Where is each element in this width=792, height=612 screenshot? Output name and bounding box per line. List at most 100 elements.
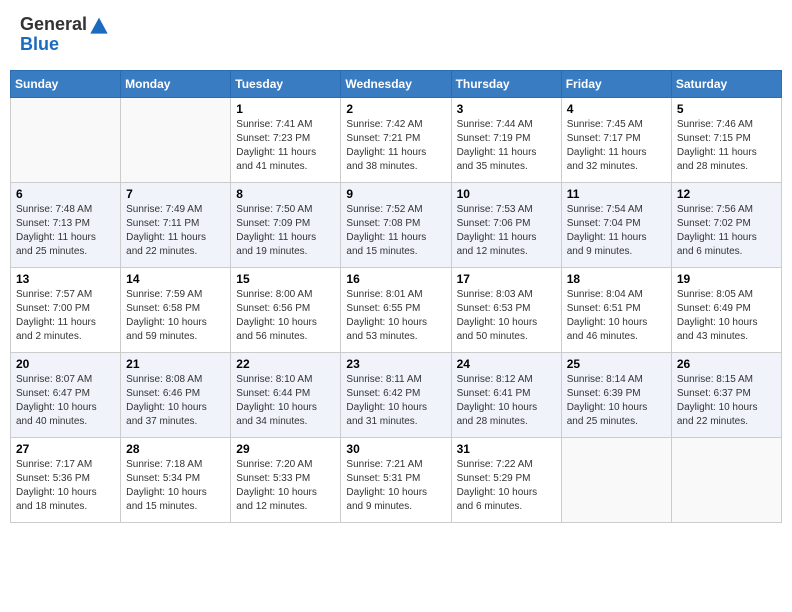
day-detail: Sunrise: 8:15 AMSunset: 6:37 PMDaylight:… [677, 373, 776, 429]
day-detail: Sunrise: 8:07 AMSunset: 6:47 PMDaylight:… [16, 373, 115, 429]
day-detail: Sunrise: 7:46 AMSunset: 7:15 PMDaylight:… [677, 118, 776, 174]
day-number: 22 [236, 357, 335, 371]
calendar-cell: 14Sunrise: 7:59 AMSunset: 6:58 PMDayligh… [121, 268, 231, 353]
calendar-cell: 28 Sunrise: 7:18 AMSunset: 5:34 PMDayligh… [121, 438, 231, 523]
calendar-cell: 11Sunrise: 7:54 AMSunset: 7:04 PMDayligh… [561, 183, 671, 268]
day-number: 3 [457, 102, 556, 116]
day-detail: Sunrise: 8:00 AMSunset: 6:56 PMDaylight:… [236, 288, 335, 344]
day-header-wednesday: Wednesday [341, 71, 451, 98]
day-number: 29 [236, 442, 335, 456]
calendar-cell: 9Sunrise: 7:52 AMSunset: 7:08 PMDaylight… [341, 183, 451, 268]
day-number: 13 [16, 272, 115, 286]
day-detail: Sunrise: 7:57 AMSunset: 7:00 PMDaylight:… [16, 288, 115, 344]
day-header-friday: Friday [561, 71, 671, 98]
calendar-cell: 7 Sunrise: 7:49 AMSunset: 7:11 PMDaylight… [121, 183, 231, 268]
calendar-cell: 12 Sunrise: 7:56 AMSunset: 7:02 PMDayligh… [671, 183, 781, 268]
day-detail: Sunrise: 7:42 AMSunset: 7:21 PMDaylight:… [346, 118, 445, 174]
day-detail: Sunrise: 7:48 AMSunset: 7:13 PMDaylight:… [16, 203, 115, 259]
day-detail: Sunrise: 8:08 AMSunset: 6:46 PMDaylight:… [126, 373, 225, 429]
day-detail: Sunrise: 7:22 AMSunset: 5:29 PMDaylight:… [457, 458, 556, 514]
calendar-cell: 3Sunrise: 7:44 AMSunset: 7:19 PMDaylight… [451, 98, 561, 183]
calendar-cell: 16 Sunrise: 8:01 AMSunset: 6:55 PMDayligh… [341, 268, 451, 353]
day-detail: Sunrise: 7:53 AMSunset: 7:06 PMDaylight:… [457, 203, 556, 259]
calendar-cell: 2 Sunrise: 7:42 AMSunset: 7:21 PMDaylight… [341, 98, 451, 183]
day-detail: Sunrise: 7:20 AMSunset: 5:33 PMDaylight:… [236, 458, 335, 514]
calendar-cell: 10 Sunrise: 7:53 AMSunset: 7:06 PMDayligh… [451, 183, 561, 268]
day-number: 26 [677, 357, 776, 371]
day-header-thursday: Thursday [451, 71, 561, 98]
day-number: 18 [567, 272, 666, 286]
day-detail: Sunrise: 7:18 AMSunset: 5:34 PMDaylight:… [126, 458, 225, 514]
calendar-cell [11, 98, 121, 183]
day-header-monday: Monday [121, 71, 231, 98]
day-header-saturday: Saturday [671, 71, 781, 98]
day-detail: Sunrise: 8:12 AMSunset: 6:41 PMDaylight:… [457, 373, 556, 429]
page-header: GeneralBlue [10, 10, 782, 60]
calendar-cell: 4 Sunrise: 7:45 AMSunset: 7:17 PMDaylight… [561, 98, 671, 183]
calendar-cell: 30 Sunrise: 7:21 AMSunset: 5:31 PMDayligh… [341, 438, 451, 523]
calendar-table: SundayMondayTuesdayWednesdayThursdayFrid… [10, 70, 782, 523]
calendar-cell: 8 Sunrise: 7:50 AMSunset: 7:09 PMDaylight… [231, 183, 341, 268]
logo-text: GeneralBlue [20, 15, 109, 55]
day-detail: Sunrise: 7:50 AMSunset: 7:09 PMDaylight:… [236, 203, 335, 259]
calendar-cell: 17 Sunrise: 8:03 AMSunset: 6:53 PMDayligh… [451, 268, 561, 353]
calendar-header-row: SundayMondayTuesdayWednesdayThursdayFrid… [11, 71, 782, 98]
day-detail: Sunrise: 8:14 AMSunset: 6:39 PMDaylight:… [567, 373, 666, 429]
calendar-week-row: 13 Sunrise: 7:57 AMSunset: 7:00 PMDayligh… [11, 268, 782, 353]
day-number: 20 [16, 357, 115, 371]
day-detail: Sunrise: 7:49 AMSunset: 7:11 PMDaylight:… [126, 203, 225, 259]
calendar-cell [121, 98, 231, 183]
calendar-cell: 24Sunrise: 8:12 AMSunset: 6:41 PMDayligh… [451, 353, 561, 438]
day-detail: Sunrise: 7:52 AMSunset: 7:08 PMDaylight:… [346, 203, 445, 259]
day-number: 7 [126, 187, 225, 201]
calendar-cell: 6 Sunrise: 7:48 AMSunset: 7:13 PMDaylight… [11, 183, 121, 268]
day-header-sunday: Sunday [11, 71, 121, 98]
day-number: 19 [677, 272, 776, 286]
calendar-cell: 25 Sunrise: 8:14 AMSunset: 6:39 PMDayligh… [561, 353, 671, 438]
day-number: 4 [567, 102, 666, 116]
calendar-cell: 5 Sunrise: 7:46 AMSunset: 7:15 PMDaylight… [671, 98, 781, 183]
calendar-cell: 26 Sunrise: 8:15 AMSunset: 6:37 PMDayligh… [671, 353, 781, 438]
calendar-cell: 20 Sunrise: 8:07 AMSunset: 6:47 PMDayligh… [11, 353, 121, 438]
day-number: 2 [346, 102, 445, 116]
day-detail: Sunrise: 7:21 AMSunset: 5:31 PMDaylight:… [346, 458, 445, 514]
calendar-week-row: 6 Sunrise: 7:48 AMSunset: 7:13 PMDaylight… [11, 183, 782, 268]
day-detail: Sunrise: 7:56 AMSunset: 7:02 PMDaylight:… [677, 203, 776, 259]
day-detail: Sunrise: 8:01 AMSunset: 6:55 PMDaylight:… [346, 288, 445, 344]
calendar-week-row: 20 Sunrise: 8:07 AMSunset: 6:47 PMDayligh… [11, 353, 782, 438]
calendar-cell: 1Sunrise: 7:41 AMSunset: 7:23 PMDaylight… [231, 98, 341, 183]
day-number: 28 [126, 442, 225, 456]
calendar-cell: 29 Sunrise: 7:20 AMSunset: 5:33 PMDayligh… [231, 438, 341, 523]
calendar-cell [671, 438, 781, 523]
calendar-cell: 19 Sunrise: 8:05 AMSunset: 6:49 PMDayligh… [671, 268, 781, 353]
day-detail: Sunrise: 8:10 AMSunset: 6:44 PMDaylight:… [236, 373, 335, 429]
logo-triangle-icon [89, 15, 109, 35]
day-number: 8 [236, 187, 335, 201]
day-number: 10 [457, 187, 556, 201]
day-number: 23 [346, 357, 445, 371]
day-number: 31 [457, 442, 556, 456]
day-number: 5 [677, 102, 776, 116]
calendar-cell: 18Sunrise: 8:04 AMSunset: 6:51 PMDayligh… [561, 268, 671, 353]
calendar-cell: 13 Sunrise: 7:57 AMSunset: 7:00 PMDayligh… [11, 268, 121, 353]
day-number: 25 [567, 357, 666, 371]
day-number: 15 [236, 272, 335, 286]
logo: GeneralBlue [20, 15, 109, 55]
day-detail: Sunrise: 8:05 AMSunset: 6:49 PMDaylight:… [677, 288, 776, 344]
calendar-cell: 15 Sunrise: 8:00 AMSunset: 6:56 PMDayligh… [231, 268, 341, 353]
logo-blue: Blue [20, 34, 59, 54]
day-detail: Sunrise: 7:45 AMSunset: 7:17 PMDaylight:… [567, 118, 666, 174]
day-number: 14 [126, 272, 225, 286]
day-detail: Sunrise: 8:03 AMSunset: 6:53 PMDaylight:… [457, 288, 556, 344]
day-number: 12 [677, 187, 776, 201]
day-number: 30 [346, 442, 445, 456]
day-number: 27 [16, 442, 115, 456]
logo-general: General [20, 14, 87, 34]
day-detail: Sunrise: 7:17 AMSunset: 5:36 PMDaylight:… [16, 458, 115, 514]
day-header-tuesday: Tuesday [231, 71, 341, 98]
day-number: 17 [457, 272, 556, 286]
day-number: 16 [346, 272, 445, 286]
calendar-cell: 21Sunrise: 8:08 AMSunset: 6:46 PMDayligh… [121, 353, 231, 438]
day-number: 6 [16, 187, 115, 201]
calendar-cell [561, 438, 671, 523]
